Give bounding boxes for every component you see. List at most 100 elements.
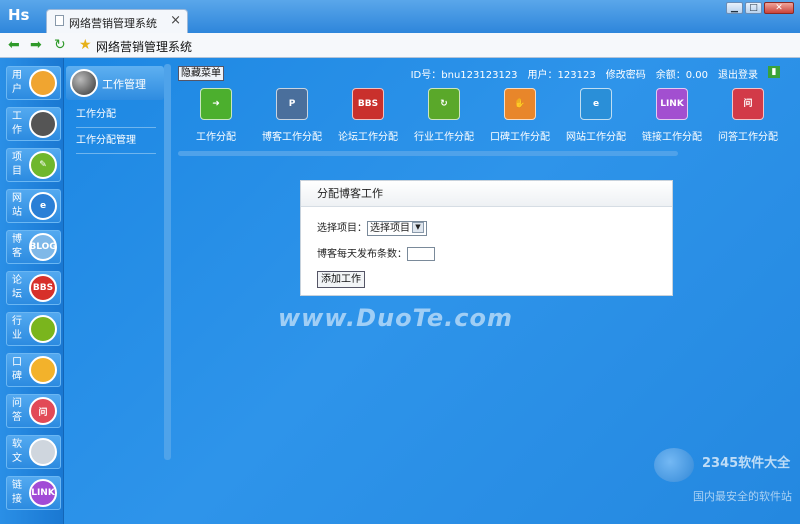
qa-icon: 问	[29, 397, 57, 425]
sidebar-item-label: 网站	[12, 193, 22, 218]
daily-count-input[interactable]	[407, 247, 435, 261]
minimize-button[interactable]: ▁	[726, 2, 743, 14]
industry-icon	[29, 315, 57, 343]
submenu-item-assign[interactable]: 工作分配	[76, 102, 156, 128]
toolbar-button-7[interactable]: 问问答工作分配	[710, 88, 786, 148]
sidebar-item-9[interactable]: 软文	[6, 435, 61, 469]
arrow-right-icon: ➜	[200, 88, 232, 120]
toolbar: ➜ 工作分配 P 博客工作分配 BBS 论坛工作分配 ↻ 行业工作分配 ✋ 口碑工作分配 e 网站工作…	[178, 88, 778, 148]
toolbar-button-1[interactable]: P 博客工作分配	[254, 88, 330, 148]
toolbar-scrollbar[interactable]	[178, 151, 678, 156]
ie-icon: e	[29, 192, 57, 220]
sidebar-item-3[interactable]: 网站 e	[6, 189, 61, 223]
project-select-value: 选择项目	[370, 222, 410, 234]
work-icon	[70, 69, 98, 97]
toolbar-button-6[interactable]: LINK 链接工作分配	[634, 88, 710, 148]
sidebar-item-0[interactable]: 用户	[6, 66, 61, 100]
sidebar-item-label: 问答	[12, 398, 22, 423]
sidebar-item-7[interactable]: 口碑	[6, 353, 61, 387]
submenu: 工作管理 工作分配 工作分配管理	[66, 62, 164, 402]
sidebar-item-label: 行业	[12, 316, 22, 341]
toolbar-button-label: 链接工作分配	[642, 132, 702, 143]
sidebar-item-1[interactable]: 工作	[6, 107, 61, 141]
navigation-bar: ⬅ ➡ ↻ ★ 网络营销管理系统	[0, 33, 800, 58]
hide-menu-button[interactable]: 隐藏菜单	[178, 66, 224, 81]
sidebar-item-5[interactable]: 论坛 BBS	[6, 271, 61, 305]
sidebar-item-label: 软文	[12, 439, 22, 464]
panel-title: 分配博客工作	[301, 181, 672, 207]
browser-tab[interactable]: 网络营销管理系统 ×	[46, 9, 188, 33]
window-controls: ▁ □ ✕	[726, 2, 794, 14]
brand-name: 2345软件大全	[702, 456, 791, 471]
toolbar-button-5[interactable]: e 网站工作分配	[558, 88, 634, 148]
assign-blog-work-panel: 分配博客工作 选择项目： 选择项目 ▼ 博客每天发布条数： 添加工作	[300, 180, 673, 296]
toolbar-button-label: 论坛工作分配	[338, 132, 398, 143]
sidebar-item-label: 用户	[12, 70, 22, 95]
user-icon	[29, 69, 57, 97]
page-title: 网络营销管理系统	[96, 40, 193, 54]
toolbar-button-0[interactable]: ➜ 工作分配	[178, 88, 254, 148]
sidebar-item-label: 口碑	[12, 357, 22, 382]
maximize-button[interactable]: □	[745, 2, 762, 14]
toolbar-button-4[interactable]: ✋ 口碑工作分配	[482, 88, 558, 148]
sidebar-item-label: 项目	[12, 152, 22, 177]
close-tab-icon[interactable]: ×	[170, 13, 181, 28]
toolbar-button-label: 口碑工作分配	[490, 132, 550, 143]
user-info-bar: ID号：bnu123123123 用户：123123 修改密码 余额：0.00 …	[411, 66, 780, 81]
blog-work-icon: P	[276, 88, 308, 120]
qa-work-icon: 问	[732, 88, 764, 120]
sidebar-item-4[interactable]: 博客 BLOG	[6, 230, 61, 264]
link-icon: LINK	[29, 479, 57, 507]
industry-work-icon: ↻	[428, 88, 460, 120]
submenu-title: 工作管理	[102, 78, 146, 91]
back-icon[interactable]: ⬅	[8, 37, 20, 53]
sidebar-item-label: 工作	[12, 111, 22, 136]
refresh-icon[interactable]: ↻	[54, 37, 66, 53]
blog-icon: BLOG	[29, 233, 57, 261]
bbs-icon: BBS	[29, 274, 57, 302]
sidebar-item-2[interactable]: 项目 ✎	[6, 148, 61, 182]
toolbar-button-2[interactable]: BBS 论坛工作分配	[330, 88, 406, 148]
sidebar-item-label: 论坛	[12, 275, 22, 300]
app-logo: Hs	[8, 6, 30, 24]
site-work-icon: e	[580, 88, 612, 120]
document-icon	[55, 15, 64, 26]
balance: 余额：0.00	[655, 70, 708, 81]
submenu-scrollbar[interactable]	[164, 64, 171, 460]
toolbar-button-3[interactable]: ↻ 行业工作分配	[406, 88, 482, 148]
main-sidebar: 用户 工作 项目 ✎ 网站 e 博客 BLOG 论坛 BBS 行业 口碑 问答问软文 链接 LINK	[0, 58, 64, 524]
brand-slogan: 国内最安全的软件站	[693, 490, 792, 503]
toolbar-button-label: 博客工作分配	[262, 132, 322, 143]
brand-watermark: 2345软件大全	[654, 448, 794, 488]
add-work-button[interactable]: 添加工作	[317, 271, 365, 288]
browser-titlebar: Hs 网络营销管理系统 × ▁ □ ✕	[0, 0, 800, 33]
submenu-item-assign-manage[interactable]: 工作分配管理	[76, 128, 156, 154]
thumb-icon	[29, 356, 57, 384]
daily-count-row: 博客每天发布条数：	[317, 245, 435, 261]
link-work-icon: LINK	[656, 88, 688, 120]
project-icon: ✎	[29, 151, 57, 179]
chart-icon[interactable]: ▮	[768, 66, 780, 78]
thumb-work-icon: ✋	[504, 88, 536, 120]
project-label: 选择项目：	[317, 223, 367, 234]
tab-title: 网络营销管理系统	[69, 17, 157, 30]
project-select[interactable]: 选择项目 ▼	[367, 220, 427, 236]
sidebar-item-6[interactable]: 行业	[6, 312, 61, 346]
article-icon	[29, 438, 57, 466]
forward-icon[interactable]: ➡	[30, 37, 42, 53]
user-id: ID号：bnu123123123	[410, 70, 518, 81]
toolbar-button-label: 网站工作分配	[566, 132, 626, 143]
close-window-button[interactable]: ✕	[764, 2, 794, 14]
sidebar-item-label: 链接	[12, 480, 22, 505]
change-password-link[interactable]: 修改密码	[606, 66, 646, 81]
sidebar-item-10[interactable]: 链接 LINK	[6, 476, 61, 510]
bbs-work-icon: BBS	[352, 88, 384, 120]
chevron-down-icon: ▼	[412, 221, 424, 233]
duote-watermark: www.DuoTe.com	[278, 304, 513, 332]
project-row: 选择项目： 选择项目 ▼	[317, 219, 427, 236]
logout-link[interactable]: 退出登录	[718, 66, 758, 81]
submenu-header[interactable]: 工作管理	[66, 66, 164, 100]
toolbar-button-label: 行业工作分配	[414, 132, 474, 143]
sidebar-item-8[interactable]: 问答问	[6, 394, 61, 428]
favorite-icon[interactable]: ★	[79, 37, 92, 53]
